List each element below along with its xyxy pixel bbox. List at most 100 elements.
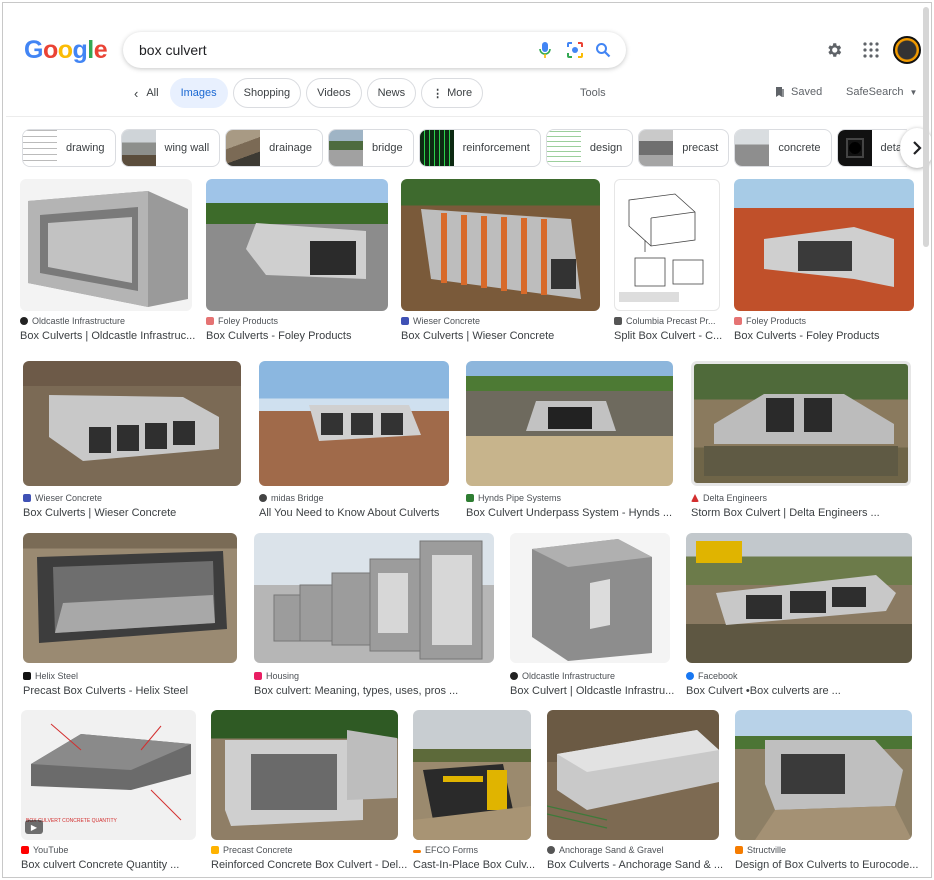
result-source: Foley Products: [218, 316, 279, 326]
chip-reinforcement[interactable]: reinforcement: [418, 129, 541, 167]
chevron-right-icon: [913, 141, 922, 155]
result-thumbnail[interactable]: [401, 179, 600, 311]
chip-wing-wall[interactable]: wing wall: [120, 129, 221, 167]
source-favicon: [413, 850, 421, 853]
result-thumbnail[interactable]: [686, 533, 912, 663]
chip-label: wing wall: [164, 142, 210, 154]
chevron-left-icon: ‹: [134, 85, 139, 101]
safesearch-label: SafeSearch: [846, 86, 904, 98]
tab-more[interactable]: ⋮ More: [421, 78, 484, 108]
tab-news[interactable]: News: [366, 78, 417, 108]
result-thumbnail[interactable]: [23, 361, 241, 486]
source-favicon: [686, 672, 694, 680]
result-title[interactable]: Box Culverts | Oldcastle Infrastruc...: [20, 330, 195, 342]
chip-label: drawing: [66, 142, 105, 154]
result-title[interactable]: Reinforced Concrete Box Culvert - Del...: [211, 859, 407, 871]
result-thumbnail[interactable]: [614, 179, 720, 311]
result-thumbnail[interactable]: [735, 710, 912, 840]
result-title[interactable]: Box Culverts | Wieser Concrete: [23, 507, 176, 519]
safesearch-dropdown[interactable]: SafeSearch ▼: [846, 86, 917, 98]
chip-label: reinforcement: [462, 142, 530, 154]
saved-button[interactable]: Saved: [775, 86, 822, 98]
tools-button[interactable]: Tools: [580, 87, 606, 99]
result-title[interactable]: Split Box Culvert - C...: [614, 330, 722, 342]
result-thumbnail[interactable]: [466, 361, 673, 486]
result-thumbnail[interactable]: [413, 710, 531, 840]
result-source: Foley Products: [746, 316, 807, 326]
chip-bridge[interactable]: bridge: [328, 129, 414, 167]
result-title[interactable]: Box Culverts - Foley Products: [734, 330, 880, 342]
result-title[interactable]: Box culvert: Meaning, types, uses, pros …: [254, 685, 458, 697]
result-thumbnail[interactable]: [254, 533, 494, 663]
chip-precast[interactable]: precast: [638, 129, 730, 167]
result-thumbnail[interactable]: [259, 361, 449, 486]
tab-videos[interactable]: Videos: [306, 78, 362, 108]
chip-drainage[interactable]: drainage: [225, 129, 323, 167]
result-source: Facebook: [698, 671, 738, 681]
result-title[interactable]: Design of Box Culverts to Eurocode...: [735, 859, 918, 871]
result-thumbnail[interactable]: [20, 179, 192, 311]
related-searches-chips: drawing wing wall drainage bridge reinfo…: [22, 129, 907, 167]
result-source: Housing: [266, 671, 300, 681]
result-source: Oldcastle Infrastructure: [32, 316, 126, 326]
header-divider: [6, 116, 928, 117]
play-video-icon: ▶: [25, 820, 43, 834]
result-thumbnail[interactable]: [23, 533, 237, 663]
result-title[interactable]: Box Culverts - Foley Products: [206, 330, 352, 342]
result-title[interactable]: Box culvert Concrete Quantity ...: [21, 859, 179, 871]
page-scrollbar[interactable]: [923, 7, 929, 247]
result-thumbnail[interactable]: [734, 179, 914, 311]
settings-gear-icon[interactable]: [820, 36, 848, 64]
result-source: Wieser Concrete: [413, 316, 481, 326]
apps-grid-icon[interactable]: [857, 36, 885, 64]
result-title[interactable]: Box Culverts | Wieser Concrete: [401, 330, 554, 342]
chip-thumbnail: [329, 130, 363, 166]
result-title[interactable]: Precast Box Culverts - Helix Steel: [23, 685, 188, 697]
tab-shopping[interactable]: Shopping: [232, 78, 302, 108]
microphone-icon[interactable]: [535, 40, 555, 60]
account-avatar[interactable]: [893, 36, 921, 64]
search-icon[interactable]: [593, 40, 613, 60]
result-title[interactable]: Box Culvert | Oldcastle Infrastru...: [510, 685, 674, 697]
source-favicon: [734, 317, 742, 325]
source-favicon: [691, 494, 699, 502]
source-favicon: [211, 846, 219, 854]
tab-images[interactable]: Images: [169, 78, 228, 108]
result-thumbnail[interactable]: [206, 179, 388, 311]
chip-design[interactable]: design: [545, 129, 634, 167]
result-title[interactable]: Storm Box Culvert | Delta Engineers ...: [691, 507, 880, 519]
source-favicon: [206, 317, 214, 325]
source-favicon: [21, 846, 29, 854]
result-title[interactable]: Box Culvert •Box culverts are ...: [686, 685, 841, 697]
chip-detail[interactable]: deta: [836, 129, 907, 167]
result-thumbnail[interactable]: [510, 533, 670, 663]
result-title[interactable]: Cast-In-Place Box Culv...: [413, 859, 535, 871]
search-box[interactable]: box culvert: [123, 32, 626, 68]
saved-label: Saved: [791, 86, 823, 98]
tab-more-label: More: [447, 87, 473, 99]
source-favicon: [254, 672, 262, 680]
chip-concrete[interactable]: concrete: [734, 129, 832, 167]
lens-icon[interactable]: [565, 40, 585, 60]
chip-label: precast: [682, 142, 719, 154]
chip-label: bridge: [372, 142, 403, 154]
result-title[interactable]: Box Culvert Underpass System - Hynds ...: [466, 507, 672, 519]
result-thumbnail[interactable]: BOX CULVERT CONCRETE QUANTITY ▶: [21, 710, 196, 840]
result-thumbnail[interactable]: [691, 361, 911, 486]
result-title[interactable]: Box Culverts - Anchorage Sand & ...: [547, 859, 723, 871]
source-favicon: [735, 846, 743, 854]
result-source: Hynds Pipe Systems: [478, 493, 562, 503]
google-logo[interactable]: Google: [24, 36, 108, 65]
result-thumbnail[interactable]: [547, 710, 719, 840]
result-source: Wieser Concrete: [35, 493, 103, 503]
source-favicon: [23, 494, 31, 502]
chip-thumbnail: [837, 130, 872, 166]
result-thumbnail[interactable]: [211, 710, 398, 840]
result-title[interactable]: All You Need to Know About Culverts: [259, 507, 439, 519]
tab-all[interactable]: ‹ All: [128, 78, 165, 108]
chip-drawing[interactable]: drawing: [22, 129, 116, 167]
chip-label: concrete: [778, 142, 821, 154]
chip-thumbnail: [735, 130, 770, 166]
result-source: Anchorage Sand & Gravel: [559, 845, 664, 855]
search-input[interactable]: box culvert: [139, 42, 207, 58]
